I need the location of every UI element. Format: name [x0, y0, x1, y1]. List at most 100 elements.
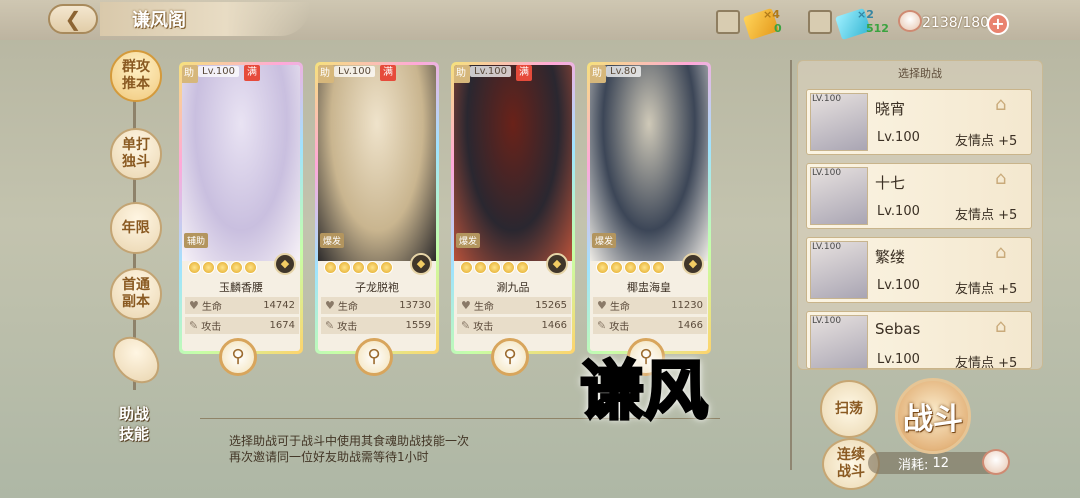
tab-group-attack[interactable]: 群攻推本	[99, 39, 173, 113]
inspect-button[interactable]: ⚲	[219, 338, 257, 376]
card-body: 助 Lv.100 满 爆发 ◆ 涮九品 ♥ 生命 15265 ✎ 攻击 1466	[454, 65, 572, 351]
sword-icon: ✎	[325, 319, 335, 332]
home-icon: ⌂	[995, 168, 1007, 189]
tab-label: 年限	[122, 219, 150, 236]
assist-skill-label: 助战技能	[118, 405, 149, 443]
role-tag: 爆发	[592, 233, 617, 248]
hp-label: 生命	[609, 302, 630, 313]
ticket1-value: 0	[774, 22, 782, 35]
role-tag: 爆发	[456, 233, 481, 248]
watermark-text: 谦风	[579, 354, 710, 431]
atk-label: 攻击	[473, 322, 494, 333]
element-icon: ◆	[546, 253, 568, 275]
card-body: 助 Lv.80 爆发 ◆ 椰盅海皇 ♥ 生命 11230 ✎ 攻击 1466	[590, 65, 708, 351]
star-icon	[652, 261, 665, 274]
avatar-level: LV.100	[812, 316, 842, 326]
friend-card[interactable]: LV.100 繁缕 Lv.100 友情点 +5 ⌂	[806, 237, 1032, 303]
hp-row: ♥ 生命 14742	[185, 297, 299, 314]
star-icon	[638, 261, 651, 274]
scroll-divider	[790, 60, 792, 470]
friend-name: 繁缕	[875, 248, 906, 266]
tab-more[interactable]	[103, 327, 169, 393]
star-icon	[244, 261, 257, 274]
assist-badge: 助	[182, 65, 198, 83]
atk-row: ✎ 攻击 1559	[321, 317, 435, 334]
friend-level: Lv.100	[877, 204, 920, 219]
friend-avatar: LV.100	[810, 167, 868, 225]
sword-icon: ✎	[189, 319, 199, 332]
atk-label: 攻击	[201, 322, 222, 333]
character-portrait	[454, 65, 572, 261]
element-icon: ◆	[682, 253, 704, 275]
star-icon	[488, 261, 501, 274]
back-arrow-icon: ❮	[64, 7, 82, 31]
ally-card[interactable]: 助 Lv.100 满 爆发 ◆ 涮九品 ♥ 生命 15265 ✎ 攻击 1466	[451, 62, 575, 354]
battle-button[interactable]: 战斗	[895, 378, 971, 454]
atk-row: ✎ 攻击 1674	[185, 317, 299, 334]
assist-badge: 助	[590, 65, 606, 83]
tab-label: 首通副本	[122, 277, 150, 310]
tab-solo[interactable]: 单打独斗	[99, 117, 173, 191]
friend-level: Lv.100	[877, 130, 920, 145]
ally-card[interactable]: 助 Lv.100 满 辅助 ◆ 玉麟香腰 ♥ 生命 14742 ✎ 攻击 1674	[179, 62, 303, 354]
ticket2-count: ×2	[857, 8, 874, 21]
friend-avatar: LV.100	[810, 315, 868, 368]
page-title: 谦风阁	[100, 2, 310, 36]
ticket-slot-2[interactable]	[808, 10, 832, 34]
card-level: Lv.80	[606, 66, 641, 77]
friend-card[interactable]: LV.100 Sebas Lv.100 友情点 +5 ⌂	[806, 311, 1032, 369]
inspect-button[interactable]: ⚲	[355, 338, 393, 376]
info-line-1: 选择助战可于战斗中使用其食魂助战技能一次	[229, 434, 470, 448]
max-badge: 满	[380, 65, 396, 81]
star-icon	[624, 261, 637, 274]
tab-label: 群攻推本	[122, 59, 150, 92]
heart-icon: ♥	[189, 299, 199, 312]
ticket-slot-1[interactable]	[716, 10, 740, 34]
hp-value: 11230	[671, 300, 703, 311]
star-icon	[338, 261, 351, 274]
friend-level: Lv.100	[877, 352, 920, 367]
friend-panel-title: 选择助战	[898, 67, 942, 80]
magnifier-icon: ⚲	[503, 346, 517, 367]
ticket1-count: ×4	[763, 8, 780, 21]
friend-name: 晓宵	[875, 100, 906, 118]
friend-panel: 选择助战 LV.100 晓宵 Lv.100 友情点 +5 ⌂ LV.100 十七 …	[797, 60, 1043, 370]
continuous-label: 连续战斗	[837, 447, 865, 480]
friendship-points: 友情点 +5	[955, 208, 1018, 223]
friend-card[interactable]: LV.100 十七 Lv.100 友情点 +5 ⌂	[806, 163, 1032, 229]
ally-card[interactable]: 助 Lv.80 爆发 ◆ 椰盅海皇 ♥ 生命 11230 ✎ 攻击 1466	[587, 62, 711, 354]
tab-years[interactable]: 年限	[99, 191, 173, 265]
ally-card[interactable]: 助 Lv.100 满 爆发 ◆ 子龙脱袍 ♥ 生命 13730 ✎ 攻击 1559	[315, 62, 439, 354]
friend-avatar: LV.100	[810, 241, 868, 299]
battle-label: 战斗	[903, 402, 963, 437]
info-line-2: 再次邀请同一位好友助战需等待1小时	[229, 450, 429, 464]
star-icon	[516, 261, 529, 274]
character-portrait	[182, 65, 300, 261]
character-portrait	[318, 65, 436, 261]
star-icon	[474, 261, 487, 274]
max-badge: 满	[516, 65, 532, 81]
hp-row: ♥ 生命 11230	[593, 297, 707, 314]
character-name: 玉麟香腰	[219, 281, 263, 294]
star-icon	[202, 261, 215, 274]
stamina-value: 2138/180	[922, 15, 990, 31]
star-icon	[460, 261, 473, 274]
tab-first-clear[interactable]: 首通副本	[99, 257, 173, 331]
card-body: 助 Lv.100 满 爆发 ◆ 子龙脱袍 ♥ 生命 13730 ✎ 攻击 1559	[318, 65, 436, 351]
role-tag: 辅助	[184, 233, 209, 248]
inspect-button[interactable]: ⚲	[491, 338, 529, 376]
back-button[interactable]: ❮	[48, 4, 98, 34]
character-name: 涮九品	[496, 281, 530, 294]
friend-card[interactable]: LV.100 晓宵 Lv.100 友情点 +5 ⌂	[806, 89, 1032, 155]
home-icon: ⌂	[995, 242, 1007, 263]
home-icon: ⌂	[995, 94, 1007, 115]
star-icon	[610, 261, 623, 274]
sweep-button[interactable]: 扫荡	[820, 380, 878, 438]
atk-value: 1674	[269, 320, 295, 331]
max-badge: 满	[244, 65, 260, 81]
star-icon	[230, 261, 243, 274]
friendship-points: 友情点 +5	[955, 134, 1018, 149]
element-icon: ◆	[410, 253, 432, 275]
assist-badge: 助	[318, 65, 334, 83]
add-stamina-button[interactable]: +	[987, 13, 1009, 35]
